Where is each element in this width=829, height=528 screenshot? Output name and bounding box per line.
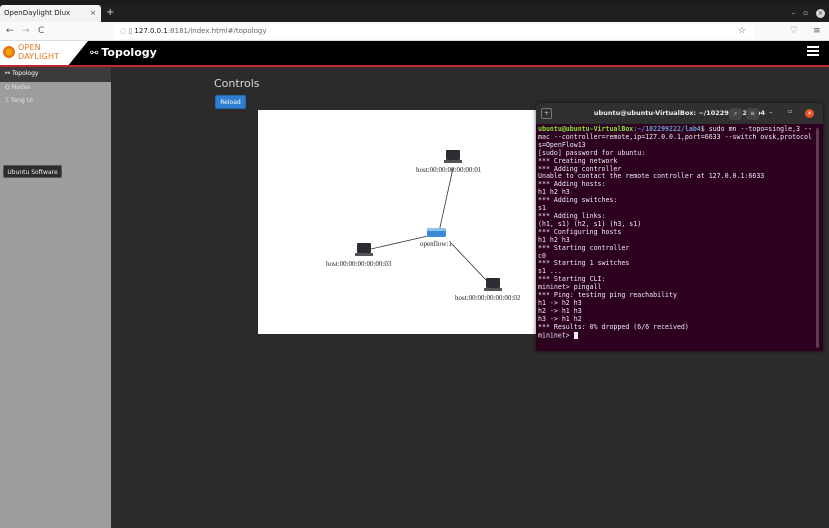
sidebar-item-yang-ui[interactable]: Ξ Yang UI bbox=[5, 97, 33, 104]
host-node-icon[interactable] bbox=[484, 278, 502, 291]
reload-icon[interactable]: C bbox=[38, 22, 44, 41]
terminal-scrollbar[interactable] bbox=[816, 128, 819, 348]
sidebar-item-label: Nodes bbox=[11, 84, 31, 91]
terminal-titlebar[interactable]: ubuntu@ubuntu-VirtualBox: ~/102299222/la… bbox=[536, 103, 823, 124]
url-host: 127.0.0.1 bbox=[134, 27, 168, 35]
url-bar[interactable]: ◌ ▯ 127.0.0.1:8181/index.html#/topology … bbox=[114, 24, 754, 39]
logo-text: OPEN DAYLIGHT bbox=[18, 43, 59, 61]
forward-arrow-icon[interactable]: → bbox=[22, 22, 30, 41]
node-label: host:00:00:00:00:00:02 bbox=[455, 294, 521, 302]
terminal-window[interactable]: ubuntu@ubuntu-VirtualBox: ~/102299222/la… bbox=[536, 103, 823, 351]
browser-tab[interactable]: OpenDaylight Dlux × bbox=[0, 5, 101, 22]
host-node-icon[interactable] bbox=[355, 243, 373, 256]
opendaylight-logo-icon bbox=[2, 45, 16, 59]
hamburger-menu-icon[interactable] bbox=[807, 46, 819, 58]
browser-menu-icon[interactable]: ≡ bbox=[813, 22, 821, 41]
url-path: :8181/index.html#/topology bbox=[167, 27, 267, 35]
host-node-icon[interactable] bbox=[444, 150, 462, 163]
window-minimize-icon[interactable]: – bbox=[792, 5, 796, 22]
node-label: openflow:1 bbox=[420, 240, 452, 248]
dock-tooltip: Ubuntu Software bbox=[3, 165, 62, 178]
terminal-title: ubuntu@ubuntu-VirtualBox: ~/102299222/la… bbox=[593, 109, 766, 117]
browser-tab-bar: OpenDaylight Dlux × + – ▫ × bbox=[0, 5, 829, 22]
back-arrow-icon[interactable]: ← bbox=[6, 22, 14, 41]
prompt-user: ubuntu@ubuntu-VirtualBox bbox=[538, 125, 634, 133]
logo-line1: OPEN bbox=[18, 43, 41, 52]
tab-title: OpenDaylight Dlux bbox=[4, 9, 71, 17]
terminal-minimize-icon[interactable]: – bbox=[769, 108, 773, 116]
sidebar-item-label: Yang UI bbox=[10, 97, 33, 104]
window-controls: – ▫ × bbox=[792, 5, 825, 22]
controls-heading: Controls bbox=[214, 77, 260, 90]
final-prompt: mininet> bbox=[538, 331, 574, 340]
terminal-log: [sudo] password for ubuntu: *** Creating… bbox=[538, 148, 765, 331]
yang-ui-icon: Ξ bbox=[5, 97, 9, 104]
logo-area[interactable]: OPEN DAYLIGHT bbox=[0, 41, 88, 65]
terminal-menu-icon[interactable]: ≡ bbox=[746, 108, 759, 120]
terminal-cursor bbox=[573, 331, 578, 339]
page-title-text: Topology bbox=[101, 46, 157, 59]
page-title: ⚯ Topology bbox=[90, 41, 157, 65]
switch-node-icon[interactable] bbox=[427, 228, 446, 237]
topology-icon: ⚯ bbox=[5, 70, 11, 77]
pocket-icon[interactable]: ♡ bbox=[790, 22, 798, 41]
node-label: host:00:00:00:00:00:03 bbox=[326, 260, 392, 268]
sidebar: ⚯ Topology ⛭ Nodes Ξ Yang UI bbox=[0, 67, 111, 528]
reload-button[interactable]: Reload bbox=[215, 95, 246, 109]
nodes-icon: ⛭ bbox=[5, 84, 10, 91]
tab-close-icon[interactable]: × bbox=[90, 5, 96, 22]
terminal-search-icon[interactable]: ⌕ bbox=[729, 108, 742, 120]
terminal-maximize-icon[interactable]: ▫ bbox=[788, 108, 792, 115]
window-maximize-icon[interactable]: ▫ bbox=[803, 5, 808, 22]
new-tab-button[interactable]: + bbox=[106, 5, 114, 20]
topology-icon: ⚯ bbox=[90, 48, 99, 59]
sidebar-item-nodes[interactable]: ⛭ Nodes bbox=[5, 84, 31, 92]
browser-nav-bar: ← → C ◌ ▯ 127.0.0.1:8181/index.html#/top… bbox=[0, 22, 829, 41]
topology-graph: host:00:00:00:00:00:01 openflow:1 host:0… bbox=[326, 150, 521, 302]
terminal-close-icon[interactable]: × bbox=[805, 109, 814, 118]
sidebar-item-topology[interactable]: ⚯ Topology bbox=[5, 70, 38, 77]
prompt-path: :~/102299222/lab4 bbox=[633, 125, 701, 133]
header-accent-bar bbox=[0, 65, 829, 67]
logo-line2: DAYLIGHT bbox=[18, 52, 60, 61]
link-h1-s1 bbox=[438, 167, 454, 233]
topology-canvas[interactable]: host:00:00:00:00:00:01 openflow:1 host:0… bbox=[258, 110, 538, 334]
terminal-output[interactable]: ubuntu@ubuntu-VirtualBox:~/102299222/lab… bbox=[538, 125, 820, 348]
bookmark-star-icon[interactable]: ☆ bbox=[738, 24, 746, 39]
shield-icon: ◌ ▯ bbox=[120, 27, 135, 35]
link-h2-s1 bbox=[450, 242, 487, 281]
app-header: OPEN DAYLIGHT ⚯ Topology bbox=[0, 41, 829, 65]
window-close-icon[interactable]: × bbox=[816, 9, 825, 18]
sidebar-item-label: Topology bbox=[11, 70, 39, 77]
node-label: host:00:00:00:00:00:01 bbox=[416, 166, 482, 174]
terminal-new-tab-icon[interactable]: + bbox=[541, 108, 552, 119]
